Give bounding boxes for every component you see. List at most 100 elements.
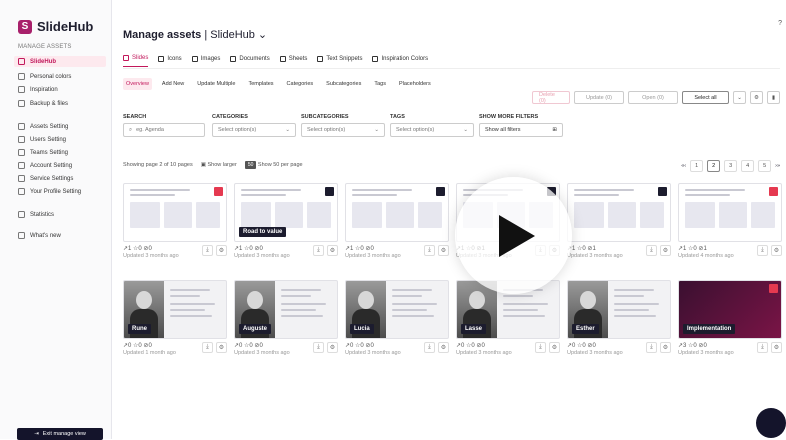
page-button[interactable]: 2 — [707, 160, 721, 172]
settings-icon[interactable]: ⚙ — [327, 245, 338, 256]
download-icon[interactable]: ⤓ — [757, 245, 768, 256]
slide-thumbnail[interactable] — [345, 183, 449, 242]
tab-icons[interactable]: Icons — [158, 55, 182, 67]
sidebar-item-what-s-new[interactable]: What's new — [14, 230, 106, 241]
download-icon[interactable]: ⤓ — [646, 342, 657, 353]
categories-select[interactable]: Select option(s) ⌄ — [212, 123, 296, 137]
update-button[interactable]: Update (0) — [574, 91, 624, 104]
tab-inspiration-colors[interactable]: Inspiration Colors — [372, 55, 428, 67]
favorite-badge-icon[interactable] — [769, 187, 778, 196]
download-icon[interactable]: ⤓ — [424, 245, 435, 256]
settings-icon[interactable]: ⚙ — [660, 245, 671, 256]
page-button[interactable]: 5 — [758, 160, 772, 172]
settings-icon[interactable]: ⚙ — [549, 342, 560, 353]
chat-widget-button[interactable] — [756, 408, 786, 438]
page-button[interactable]: 3 — [724, 160, 738, 172]
subcategories-select[interactable]: Select option(s) ⌄ — [301, 123, 385, 137]
tab-sheets[interactable]: Sheets — [279, 55, 307, 67]
settings-icon[interactable]: ⚙ — [750, 91, 763, 104]
sidebar-item-statistics[interactable]: Statistics — [14, 209, 106, 220]
sidebar-item-teams-setting[interactable]: Teams Setting — [14, 147, 106, 158]
workspace-selector[interactable]: | SlideHub ⌄ — [204, 29, 267, 41]
subtab-placeholders[interactable]: Placeholders — [396, 78, 434, 90]
page-button[interactable]: 4 — [741, 160, 755, 172]
sidebar-item-assets-setting[interactable]: Assets Setting — [14, 121, 106, 132]
subtab-update-multiple[interactable]: Update Multiple — [194, 78, 238, 90]
subtab-subcategories[interactable]: Subcategories — [323, 78, 364, 90]
slide-thumbnail[interactable] — [123, 183, 227, 242]
sidebar-item-backup-files[interactable]: Backup & files — [14, 98, 106, 109]
asset-card[interactable]: Auguste ↗0 ☆0 ⊘0 Updated 3 months ago ⤓ ⚙ — [234, 280, 338, 377]
asset-card[interactable]: ↗1 ☆0 ⊘1 Updated 4 months ago ⤓ ⚙ — [678, 183, 782, 280]
sidebar-item-users-setting[interactable]: Users Setting — [14, 134, 106, 145]
sidebar-item-account-setting[interactable]: Account Setting — [14, 160, 106, 171]
show-all-filters-button[interactable]: Show all filters ⊞ — [479, 123, 563, 137]
settings-icon[interactable]: ⚙ — [438, 245, 449, 256]
help-icon[interactable]: ? — [778, 20, 782, 27]
sidebar-item-service-settings[interactable]: Service Settings — [14, 173, 106, 184]
favorite-badge-icon[interactable] — [769, 284, 778, 293]
subtab-add-new[interactable]: Add New — [159, 78, 187, 90]
slide-thumbnail[interactable] — [567, 183, 671, 242]
chevron-down-icon[interactable]: ⌄ — [733, 91, 746, 104]
tab-text-snippets[interactable]: Text Snippets — [317, 55, 362, 67]
subtab-categories[interactable]: Categories — [284, 78, 317, 90]
download-icon[interactable]: ⤓ — [646, 245, 657, 256]
slide-thumbnail[interactable]: Auguste — [234, 280, 338, 339]
tab-images[interactable]: Images — [191, 55, 220, 67]
slide-thumbnail[interactable]: Implementation — [678, 280, 782, 339]
subtab-overview[interactable]: Overview — [123, 78, 152, 90]
per-page-toggle[interactable]: 50 Show 50 per page — [244, 161, 303, 169]
logo[interactable]: S SlideHub — [18, 19, 93, 34]
subtab-templates[interactable]: Templates — [245, 78, 276, 90]
download-icon[interactable]: ⤓ — [202, 342, 213, 353]
favorite-badge-icon[interactable] — [436, 187, 445, 196]
download-icon[interactable]: ⤓ — [202, 245, 213, 256]
search-input[interactable]: ⌕ eg. Agenda — [123, 123, 205, 137]
sidebar-item-slidehub[interactable]: SlideHub — [14, 56, 106, 67]
slide-thumbnail[interactable] — [678, 183, 782, 242]
prev-page-icon[interactable]: «‹ — [681, 163, 686, 169]
settings-icon[interactable]: ⚙ — [327, 342, 338, 353]
page-button[interactable]: 1 — [690, 160, 704, 172]
favorite-badge-icon[interactable] — [214, 187, 223, 196]
tab-documents[interactable]: Documents — [230, 55, 270, 67]
asset-card[interactable]: ↗1 ☆0 ⊘1Updated 3 months ago ⤓⚙ — [567, 183, 671, 280]
sidebar-item-personal-colors[interactable]: Personal colors — [14, 71, 106, 82]
settings-icon[interactable]: ⚙ — [771, 342, 782, 353]
tab-slides[interactable]: Slides — [123, 55, 149, 67]
settings-icon[interactable]: ⚙ — [216, 245, 227, 256]
next-page-icon[interactable]: ›» — [775, 163, 780, 169]
asset-card[interactable]: ↗1 ☆0 ⊘0 Updated 3 months ago ⤓ ⚙ — [123, 183, 227, 280]
slide-thumbnail[interactable]: Road to value — [234, 183, 338, 242]
settings-icon[interactable]: ⚙ — [771, 245, 782, 256]
select-all-button[interactable]: Select all — [682, 91, 729, 104]
asset-card[interactable]: Implementation ↗3 ☆0 ⊘0 Updated 3 months a… — [678, 280, 782, 377]
download-icon[interactable]: ⤓ — [424, 342, 435, 353]
delete-button[interactable]: Delete (0) — [532, 91, 570, 104]
sidebar-item-your-profile-setting[interactable]: Your Profile Setting — [14, 186, 106, 197]
subtab-tags[interactable]: Tags — [371, 78, 389, 90]
download-icon[interactable]: ⤓ — [313, 245, 324, 256]
sidebar-item-inspiration[interactable]: Inspiration — [14, 84, 106, 95]
slide-thumbnail[interactable]: Esther — [567, 280, 671, 339]
asset-card[interactable]: Road to value ↗1 ☆0 ⊘0 Updated 3 months ag… — [234, 183, 338, 280]
favorite-badge-icon[interactable] — [658, 187, 667, 196]
slide-thumbnail[interactable]: Lucia — [345, 280, 449, 339]
chart-icon[interactable]: ▮ — [767, 91, 780, 104]
settings-icon[interactable]: ⚙ — [438, 342, 449, 353]
asset-card[interactable]: Lucia ↗0 ☆0 ⊘0 Updated 3 months ago ⤓ ⚙ — [345, 280, 449, 377]
settings-icon[interactable]: ⚙ — [660, 342, 671, 353]
download-icon[interactable]: ⤓ — [757, 342, 768, 353]
slide-thumbnail[interactable]: Rune — [123, 280, 227, 339]
favorite-badge-icon[interactable] — [325, 187, 334, 196]
download-icon[interactable]: ⤓ — [313, 342, 324, 353]
play-video-button[interactable] — [455, 177, 572, 294]
exit-manage-view-button[interactable]: ⇥ Exit manage view — [17, 428, 103, 440]
open-button[interactable]: Open (0) — [628, 91, 678, 104]
asset-card[interactable]: Rune ↗0 ☆0 ⊘0 Updated 1 month ago ⤓ ⚙ — [123, 280, 227, 377]
asset-card[interactable]: Lasse ↗0 ☆0 ⊘0 Updated 3 months ago ⤓ ⚙ — [456, 280, 560, 377]
asset-card[interactable]: Esther ↗0 ☆0 ⊘0 Updated 3 months ago ⤓ ⚙ — [567, 280, 671, 377]
show-larger-toggle[interactable]: ▣ Show larger — [201, 162, 237, 168]
tags-select[interactable]: Select option(s) ⌄ — [390, 123, 474, 137]
